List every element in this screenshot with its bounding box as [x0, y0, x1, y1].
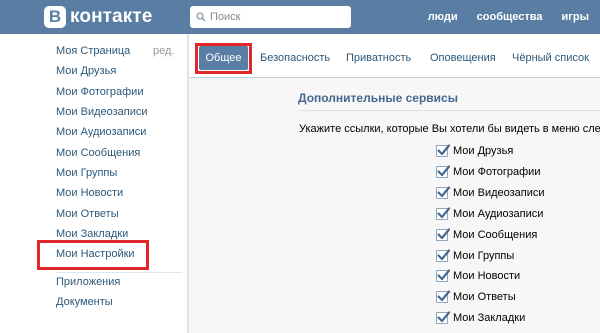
nav-communities-link[interactable]: сообщества — [477, 11, 543, 23]
edit-menu-link[interactable]: ред. — [153, 45, 174, 57]
option-checkbox[interactable] — [436, 144, 451, 157]
sidebar-item-bookmarks[interactable]: Мои Закладки — [56, 228, 128, 240]
sidebar-item-videos[interactable]: Мои Видеозаписи — [56, 106, 148, 118]
logo-text: контакте — [70, 6, 153, 27]
menu-option-row[interactable]: Мои Сообщения — [436, 227, 537, 243]
checkmark-icon — [437, 207, 451, 219]
option-checkbox[interactable] — [436, 290, 451, 303]
sidebar-item-friends[interactable]: Мои Друзья — [56, 65, 116, 77]
checkmark-icon — [437, 228, 451, 240]
search-input[interactable] — [210, 11, 340, 23]
option-checkbox[interactable] — [436, 311, 451, 324]
checkmark-icon — [437, 186, 451, 198]
option-checkbox[interactable] — [436, 269, 451, 282]
menu-option-row[interactable]: Мои Аудиозаписи — [436, 206, 543, 222]
checkmark-icon — [437, 269, 451, 281]
option-label: Мои Друзья — [453, 145, 514, 157]
option-checkbox[interactable] — [436, 249, 451, 262]
menu-option-row[interactable]: Мои Закладки — [436, 310, 525, 326]
checkmark-icon — [437, 249, 451, 261]
tab-notifications[interactable]: Оповещения — [430, 52, 496, 64]
tab-privacy[interactable]: Приватность — [346, 52, 411, 64]
tab-security[interactable]: Безопасность — [260, 52, 330, 64]
checkmark-icon — [437, 311, 451, 323]
left-menu — [0, 34, 188, 333]
tab-general[interactable]: Общее — [199, 46, 248, 70]
option-label: Мои Фотографии — [453, 166, 541, 178]
nav-people-link[interactable]: люди — [428, 11, 458, 23]
sidebar-item-photos[interactable]: Мои Фотографии — [56, 86, 143, 98]
option-label: Мои Закладки — [453, 312, 526, 324]
sidebar-item-documents[interactable]: Документы — [56, 296, 113, 308]
sidebar-item-settings[interactable]: Мои Настройки — [56, 248, 135, 260]
section-title: Дополнительные сервисы — [298, 91, 458, 105]
option-checkbox[interactable] — [436, 186, 451, 199]
menu-option-row[interactable]: Мои Видеозаписи — [436, 185, 545, 201]
option-checkbox[interactable] — [436, 165, 451, 178]
sidebar-item-news[interactable]: Мои Новости — [56, 187, 123, 199]
option-label: Мои Группы — [453, 250, 515, 262]
option-label: Мои Сообщения — [453, 229, 538, 241]
section-divider — [298, 110, 600, 111]
option-label: Мои Новости — [453, 270, 521, 282]
option-checkbox[interactable] — [436, 228, 451, 241]
top-header: В контакте люди сообщества игры — [0, 0, 600, 34]
menu-option-row[interactable]: Мои Ответы — [436, 289, 516, 305]
tab-blacklist[interactable]: Чёрный список — [512, 52, 589, 64]
option-label: Мои Аудиозаписи — [453, 208, 544, 220]
option-label: Мои Ответы — [453, 291, 516, 303]
menu-option-row[interactable]: Мои Друзья — [436, 143, 513, 159]
checkmark-icon — [437, 144, 451, 156]
sidebar-item-groups[interactable]: Мои Группы — [56, 167, 117, 179]
logo-badge: В — [44, 6, 66, 28]
sidebar-item-apps[interactable]: Приложения — [56, 276, 120, 288]
sidebar-item-audio[interactable]: Мои Аудиозаписи — [56, 126, 146, 138]
sidebar-item-my-page[interactable]: Моя Страница — [56, 45, 130, 57]
checkmark-icon — [437, 290, 451, 302]
option-checkbox[interactable] — [436, 207, 451, 220]
sidebar-item-messages[interactable]: Мои Сообщения — [56, 147, 140, 159]
checkmark-icon — [437, 165, 451, 177]
menu-option-row[interactable]: Мои Группы — [436, 248, 514, 264]
section-hint: Укажите ссылки, которые Вы хотели бы вид… — [299, 123, 600, 135]
search-icon — [196, 12, 206, 22]
option-label: Мои Видеозаписи — [453, 187, 545, 199]
menu-divider — [56, 272, 182, 273]
top-nav: люди сообщества игры — [428, 0, 600, 34]
menu-option-row[interactable]: Мои Фотографии — [436, 164, 540, 180]
sidebar-item-answers[interactable]: Мои Ответы — [56, 208, 119, 220]
vk-logo[interactable]: В контакте — [44, 4, 152, 30]
menu-option-row[interactable]: Мои Новости — [436, 268, 520, 284]
search-box[interactable] — [190, 6, 351, 28]
nav-games-link[interactable]: игры — [562, 11, 589, 23]
